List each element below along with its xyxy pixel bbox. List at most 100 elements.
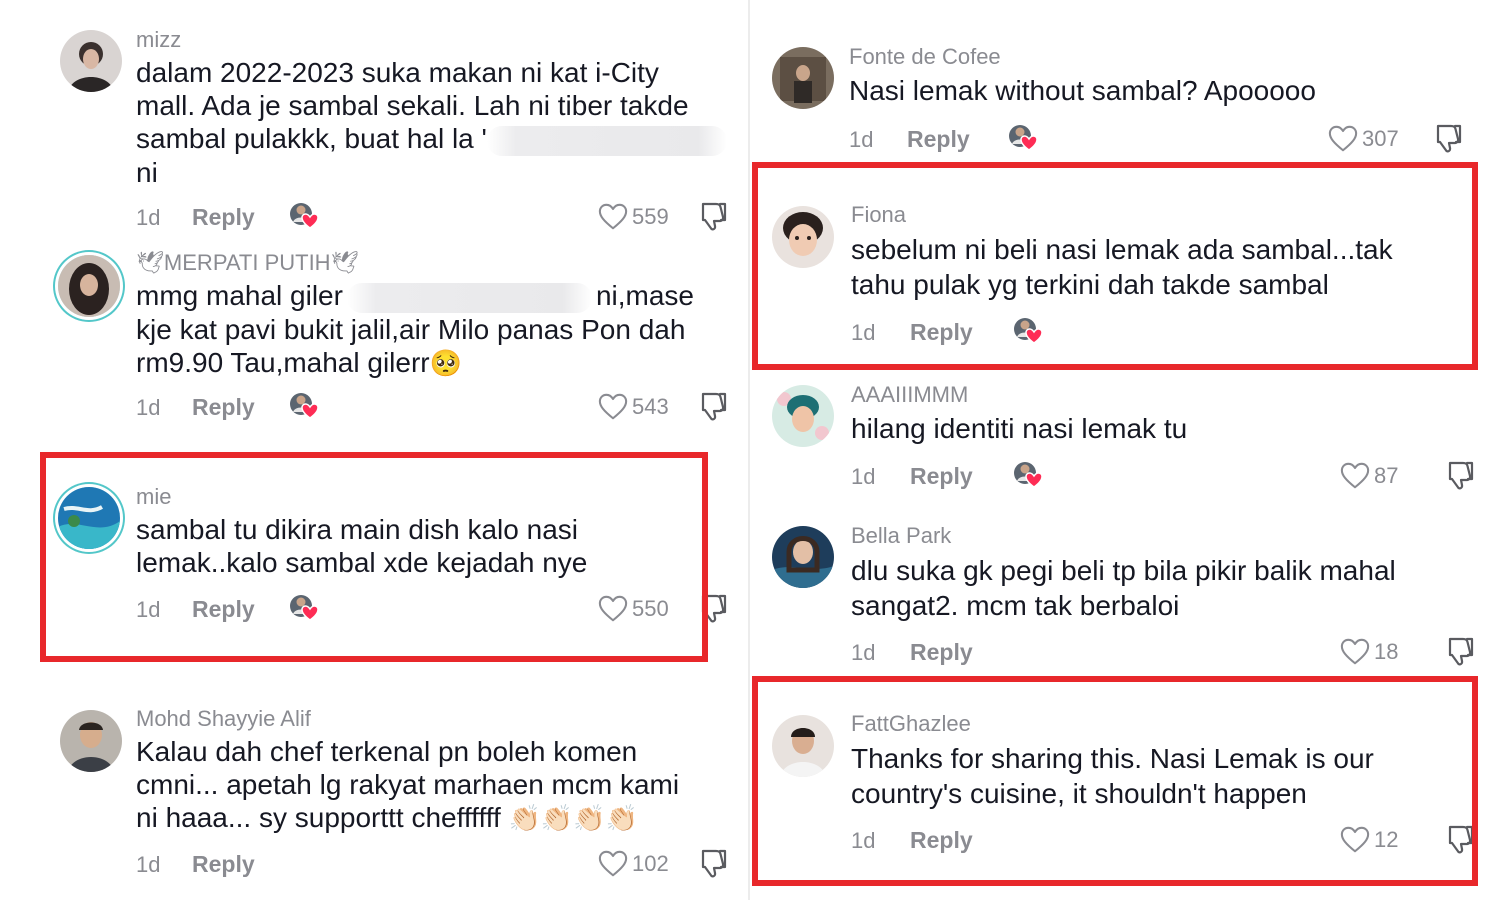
like-count: 559 <box>632 204 669 229</box>
creator-liked-badge-icon <box>1012 315 1046 345</box>
comment-username[interactable]: AAAIIIMMM <box>851 382 968 408</box>
comment-item: mie sambal tu dikira main dish kalo nasi… <box>0 460 748 660</box>
pleading-face-emoji: 🥺 <box>429 347 462 378</box>
reply-button[interactable]: Reply <box>192 204 255 231</box>
like-count: 550 <box>632 596 669 621</box>
like-button[interactable]: 550 <box>598 594 669 624</box>
comment-line: kje kat pavi bukit jalil,air Milo panas … <box>136 313 686 345</box>
comment-username[interactable]: 🕊MERPATI PUTIH🕊 <box>136 250 359 276</box>
like-count: 102 <box>632 851 669 876</box>
like-count: 12 <box>1374 827 1399 852</box>
like-button[interactable]: 102 <box>598 849 669 879</box>
comment-item: Bella Park dlu suka gk pegi beli tp bila… <box>750 510 1500 680</box>
comment-text: mmg mahal giler ni,mase kje kat pavi buki… <box>136 279 694 380</box>
heart-icon <box>598 392 628 422</box>
creator-liked-badge-icon <box>1007 122 1041 152</box>
like-count: 87 <box>1374 463 1399 488</box>
dislike-icon[interactable] <box>1445 459 1475 491</box>
comment-line: Kalau dah chef terkenal pn boleh komen <box>136 736 638 767</box>
comment-username[interactable]: Fonte de Cofee <box>849 44 1001 70</box>
comment-line: sambal tu dikira main dish kalo nasi <box>136 514 578 545</box>
reply-button[interactable]: Reply <box>910 463 973 490</box>
comment-text-fragment: sambal pulakkk, buat hal la ' <box>136 123 487 154</box>
avatar[interactable] <box>60 30 122 92</box>
like-count: 18 <box>1374 639 1399 664</box>
comment-text: Nasi lemak without sambal? Apooooo <box>849 74 1316 107</box>
comment-time: 1d <box>849 127 874 152</box>
comment-username[interactable]: mizz <box>136 27 181 53</box>
dislike-icon[interactable] <box>698 847 728 879</box>
comment-time: 1d <box>136 597 161 622</box>
like-button[interactable]: 87 <box>1340 461 1398 491</box>
dislike-icon[interactable] <box>1433 122 1463 154</box>
reply-button[interactable]: Reply <box>910 639 973 666</box>
heart-icon <box>1340 637 1370 667</box>
comment-time: 1d <box>851 464 876 489</box>
comment-text-fragment: mmg mahal giler <box>136 280 343 311</box>
comment-username[interactable]: FattGhazlee <box>851 711 971 737</box>
comment-text: sambal tu dikira main dish kalo nasi lem… <box>136 513 587 579</box>
avatar[interactable] <box>772 47 834 109</box>
comment-time: 1d <box>136 395 161 420</box>
comment-username[interactable]: Fiona <box>851 202 906 228</box>
dislike-icon[interactable] <box>698 200 728 232</box>
dislike-icon[interactable] <box>1445 823 1475 855</box>
comment-line: hilang identiti nasi lemak tu <box>851 413 1188 444</box>
comment-item: mizz dalam 2022-2023 suka makan ni kat i… <box>0 0 748 240</box>
like-button[interactable]: 543 <box>598 392 669 422</box>
comment-text: dlu suka gk pegi beli tp bila pikir bali… <box>851 553 1396 623</box>
dislike-icon[interactable] <box>698 592 728 624</box>
comment-time: 1d <box>136 205 161 230</box>
heart-icon <box>1328 124 1358 154</box>
comment-item: FattGhazlee Thanks for sharing this. Nas… <box>750 700 1500 880</box>
like-button[interactable]: 12 <box>1340 825 1398 855</box>
comment-line: mmg mahal giler ni,mase <box>136 279 694 313</box>
comment-username[interactable]: mie <box>136 484 171 510</box>
comment-time: 1d <box>136 852 161 877</box>
creator-liked-badge-icon <box>1012 459 1046 489</box>
comment-text: hilang identiti nasi lemak tu <box>851 412 1187 445</box>
comment-time: 1d <box>851 320 876 345</box>
comment-item: AAAIIIMMM hilang identiti nasi lemak tu … <box>750 360 1500 510</box>
comment-line: ni <box>136 156 158 188</box>
heart-icon <box>598 849 628 879</box>
like-count: 543 <box>632 394 669 419</box>
comment-time: 1d <box>851 640 876 665</box>
avatar[interactable] <box>772 526 834 588</box>
clapping-hands-emoji: 👏🏻👏🏻👏🏻👏🏻 <box>508 803 639 833</box>
avatar[interactable] <box>772 206 834 268</box>
avatar[interactable] <box>58 255 120 317</box>
avatar[interactable] <box>772 715 834 777</box>
like-button[interactable]: 559 <box>598 202 669 232</box>
reply-button[interactable]: Reply <box>192 596 255 623</box>
comment-line: country's cuisine, it shouldn't happen <box>851 778 1307 809</box>
heart-icon <box>1340 825 1370 855</box>
comment-item: Mohd Shayyie Alif Kalau dah chef terkena… <box>0 690 748 900</box>
reply-button[interactable]: Reply <box>907 126 970 153</box>
comment-line: mall. Ada je sambal sekali. Lah ni tiber… <box>136 90 689 121</box>
reply-button[interactable]: Reply <box>192 851 255 878</box>
comment-username[interactable]: Mohd Shayyie Alif <box>136 706 311 732</box>
comment-username[interactable]: Bella Park <box>851 523 951 549</box>
dislike-icon[interactable] <box>698 390 728 422</box>
comment-text-fragment: rm9.90 Tau,mahal gilerr <box>136 346 430 378</box>
reply-button[interactable]: Reply <box>910 827 973 854</box>
right-comments-panel: Fonte de Cofee Nasi lemak without sambal… <box>750 0 1500 900</box>
comment-line: tahu pulak yg terkini dah takde sambal <box>851 269 1329 300</box>
avatar[interactable] <box>58 487 120 549</box>
like-button[interactable]: 307 <box>1328 124 1399 154</box>
dislike-icon[interactable] <box>1445 635 1475 667</box>
reply-button[interactable]: Reply <box>910 319 973 346</box>
comment-text-fragment: ni haaa... sy supporttt cheffffff <box>136 802 501 833</box>
comment-line: ni haaa... sy supporttt cheffffff 👏🏻👏🏻👏🏻… <box>136 801 679 835</box>
like-button[interactable]: 18 <box>1340 637 1398 667</box>
comment-line: sangat2. mcm tak berbaloi <box>851 590 1180 621</box>
heart-icon <box>598 202 628 232</box>
reply-button[interactable]: Reply <box>192 394 255 421</box>
comment-line: Thanks for sharing this. Nasi Lemak is o… <box>851 743 1374 774</box>
like-count: 307 <box>1362 126 1399 151</box>
comment-line: sambal pulakkk, buat hal la ' <box>136 122 727 156</box>
avatar[interactable] <box>60 710 122 772</box>
avatar[interactable] <box>772 385 834 447</box>
creator-liked-badge-icon <box>288 592 322 622</box>
